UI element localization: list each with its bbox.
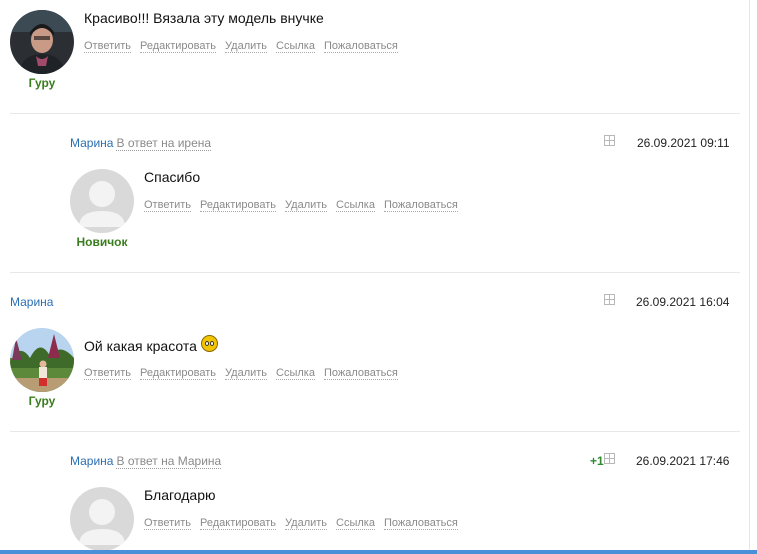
reply-link[interactable]: Ответить bbox=[144, 199, 192, 212]
report-link[interactable]: Пожаловаться bbox=[323, 367, 398, 380]
reply-link[interactable]: Ответить bbox=[84, 40, 132, 53]
reply-to-link[interactable]: В ответ на ирена bbox=[116, 136, 212, 151]
comment-date: 26.09.2021 16:04 bbox=[636, 295, 730, 309]
delete-link[interactable]: Удалить bbox=[225, 40, 268, 53]
comment-date: 26.09.2021 17:46 bbox=[636, 454, 730, 468]
report-link[interactable]: Пожаловаться bbox=[383, 517, 458, 530]
permalink-link[interactable]: Ссылка bbox=[276, 367, 315, 380]
permalink-link[interactable]: Ссылка bbox=[276, 40, 315, 53]
comment-date: 26.09.2021 09:11 bbox=[637, 136, 730, 150]
user-rank: Гуру bbox=[28, 394, 56, 408]
comment-divider bbox=[10, 113, 740, 114]
user-rank: Новичок bbox=[76, 235, 128, 249]
comment-actions: Ответить Редактировать Удалить Ссылка Пожало… bbox=[144, 199, 467, 212]
expand-plus-icon[interactable] bbox=[604, 294, 615, 305]
author-name[interactable]: Марина bbox=[70, 454, 113, 468]
smiley-icon bbox=[200, 335, 218, 352]
comment-text: Красиво!!! Вязала эту модель внучке bbox=[84, 10, 324, 26]
rating-score: +1 bbox=[590, 454, 604, 468]
edit-link[interactable]: Редактировать bbox=[200, 517, 277, 530]
comment-actions: Ответить Редактировать Удалить Ссылка Пожало… bbox=[144, 517, 467, 530]
avatar[interactable] bbox=[10, 10, 74, 74]
avatar[interactable] bbox=[70, 487, 134, 551]
scroll-divider bbox=[749, 0, 750, 554]
reply-link[interactable]: Ответить bbox=[84, 367, 132, 380]
user-rank: Гуру bbox=[28, 76, 56, 90]
report-link[interactable]: Пожаловаться bbox=[383, 199, 458, 212]
avatar[interactable] bbox=[10, 328, 74, 392]
permalink-link[interactable]: Ссылка bbox=[336, 517, 375, 530]
comment-header: Марина В ответ на Марина bbox=[70, 454, 222, 469]
comment-text: Благодарю bbox=[144, 487, 216, 503]
comment-text-content: Ой какая красота bbox=[84, 338, 197, 354]
delete-link[interactable]: Удалить bbox=[285, 517, 328, 530]
comment-header: Марина В ответ на ирена bbox=[70, 136, 212, 151]
bottom-accent-bar bbox=[0, 550, 757, 554]
comment-text: Спасибо bbox=[144, 169, 201, 185]
report-link[interactable]: Пожаловаться bbox=[323, 40, 398, 53]
comment-text: Ой какая красота bbox=[84, 335, 218, 354]
edit-link[interactable]: Редактировать bbox=[200, 199, 277, 212]
comment-divider bbox=[10, 431, 740, 432]
delete-link[interactable]: Удалить bbox=[285, 199, 328, 212]
delete-link[interactable]: Удалить bbox=[225, 367, 268, 380]
edit-link[interactable]: Редактировать bbox=[140, 367, 217, 380]
permalink-link[interactable]: Ссылка bbox=[336, 199, 375, 212]
author-name[interactable]: Марина bbox=[10, 295, 53, 309]
comment-actions: Ответить Редактировать Удалить Ссылка Пожало… bbox=[84, 40, 407, 53]
reply-to-link[interactable]: В ответ на Марина bbox=[116, 454, 222, 469]
avatar[interactable] bbox=[70, 169, 134, 233]
author-name[interactable]: Марина bbox=[70, 136, 113, 150]
edit-link[interactable]: Редактировать bbox=[140, 40, 217, 53]
reply-link[interactable]: Ответить bbox=[144, 517, 192, 530]
comment-actions: Ответить Редактировать Удалить Ссылка Пожало… bbox=[84, 367, 407, 380]
expand-plus-icon[interactable] bbox=[604, 453, 615, 464]
expand-plus-icon[interactable] bbox=[604, 135, 615, 146]
comment-header: Марина bbox=[10, 295, 53, 309]
comment-divider bbox=[10, 272, 740, 273]
